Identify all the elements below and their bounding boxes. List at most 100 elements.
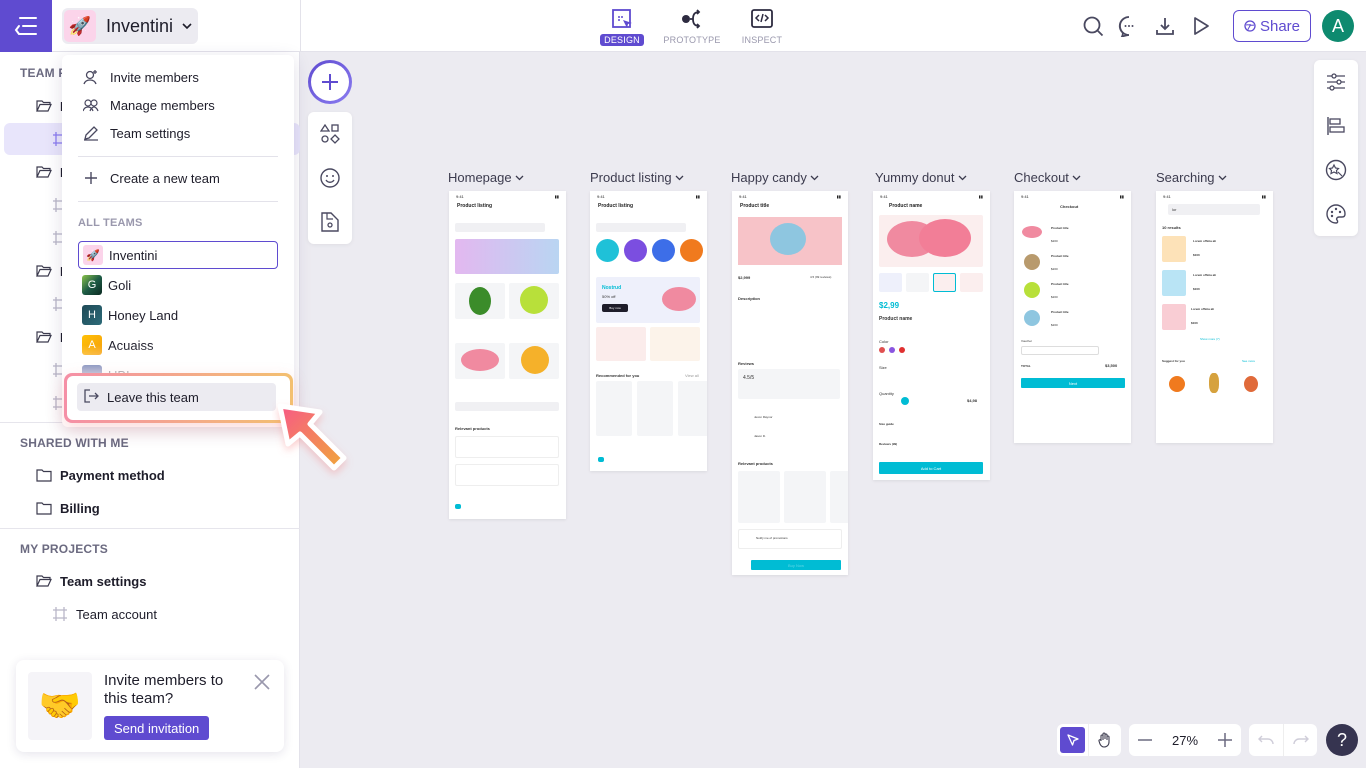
my-project-frame-team-account[interactable]: Team account	[52, 599, 157, 629]
effects-tool[interactable]	[1314, 148, 1358, 192]
frame-searching[interactable]: 9:41 ▮▮ lor 10 results Lorem officia ali …	[1156, 191, 1273, 443]
pencil-icon	[84, 126, 98, 141]
header-actions: Share A	[1075, 9, 1354, 43]
layers-tool[interactable]	[1314, 104, 1358, 148]
menu-item-invite-members[interactable]: Invite members	[78, 64, 278, 90]
divider	[300, 0, 301, 52]
emoji-tool[interactable]	[308, 156, 352, 200]
leave-team-button[interactable]: Leave this team	[77, 383, 276, 411]
share-label: Share	[1259, 17, 1300, 35]
frame-title-searching[interactable]: Searching	[1156, 170, 1227, 185]
folder-icon	[36, 469, 52, 482]
see-more-link: See more	[1242, 359, 1256, 363]
frame-title-label: Searching	[1156, 170, 1215, 185]
invite-user-icon	[83, 70, 97, 85]
zoom-in-button[interactable]	[1209, 724, 1241, 756]
help-button[interactable]: ?	[1326, 724, 1358, 756]
divider	[0, 528, 300, 529]
shapes-tool[interactable]	[308, 112, 352, 156]
item-price: $200	[1051, 295, 1058, 299]
list-item	[455, 436, 559, 458]
user-avatar[interactable]: A	[1322, 10, 1354, 42]
zoom-level: 27%	[1171, 732, 1199, 748]
team-option-label: Inventini	[109, 247, 158, 263]
results-count: 10 results	[1162, 225, 1181, 230]
redo-button[interactable]	[1283, 724, 1317, 756]
chevron-down-icon	[810, 175, 819, 180]
zoom-out-button[interactable]	[1129, 724, 1161, 756]
item-title: Product title	[1051, 310, 1069, 314]
color-swatch	[889, 347, 895, 353]
product-card	[738, 471, 780, 523]
history-controls	[1249, 724, 1317, 756]
frame-homepage[interactable]: 9:41 ▮▮ Product listing Relevant products	[449, 191, 566, 519]
hand-tool-button[interactable]	[1088, 724, 1121, 756]
menu-item-create-team[interactable]: Create a new team	[78, 165, 278, 191]
frame-product-listing[interactable]: 9:41 ▮▮ Product listing Nostrud 50% off B…	[590, 191, 707, 471]
team-option-goli[interactable]: G Goli	[78, 271, 278, 299]
team-option-inventini[interactable]: 🚀 Inventini	[78, 241, 278, 269]
category-icon	[596, 239, 619, 262]
folder-open-icon	[36, 265, 52, 277]
thumbnail	[960, 273, 983, 292]
donut-image	[919, 219, 971, 257]
menu-item-manage-members[interactable]: Manage members	[78, 92, 278, 118]
tab-prototype[interactable]: PROTOTYPE	[662, 6, 722, 46]
search-button[interactable]	[1075, 9, 1111, 43]
undo-button[interactable]	[1249, 724, 1283, 756]
frame-title-yummy-donut[interactable]: Yummy donut	[875, 170, 967, 185]
my-project-folder-team-settings[interactable]: Team settings	[36, 566, 146, 596]
team-logo-honey-land: H	[82, 305, 102, 325]
team-option-honey-land[interactable]: H Honey Land	[78, 301, 278, 329]
product-card	[784, 471, 826, 523]
sidebar-toggle-button[interactable]	[0, 0, 52, 52]
frame-title-product-listing[interactable]: Product listing	[590, 170, 684, 185]
tab-design-label: DESIGN	[600, 34, 644, 46]
shared-folder-payment-method[interactable]: Payment method	[36, 460, 165, 490]
tab-inspect[interactable]: INSPECT	[732, 6, 792, 46]
screen-title: Product listing	[598, 203, 633, 209]
size-label: Size	[879, 365, 887, 370]
insert-toolbar	[308, 112, 352, 244]
smiley-icon	[320, 168, 340, 188]
undo-icon	[1258, 735, 1274, 745]
select-tool-button[interactable]	[1060, 727, 1086, 753]
frame-title-happy-candy[interactable]: Happy candy	[731, 170, 819, 185]
product-card	[637, 381, 673, 436]
category-icon	[652, 239, 675, 262]
frame-title-homepage[interactable]: Homepage	[448, 170, 524, 185]
add-element-button[interactable]	[308, 60, 352, 104]
result-price: $100	[1193, 287, 1200, 291]
chevron-down-icon	[1218, 175, 1227, 180]
adjustments-tool[interactable]	[1314, 60, 1358, 104]
chevron-down-icon	[182, 23, 192, 30]
send-invitation-button[interactable]: Send invitation	[104, 716, 210, 740]
all-teams-label: ALL TEAMS	[78, 217, 143, 229]
comment-icon	[1118, 16, 1134, 37]
result-thumb	[1162, 236, 1186, 262]
tab-design[interactable]: DESIGN	[592, 6, 652, 46]
voucher-input	[1021, 346, 1099, 355]
properties-toolbar	[1314, 60, 1358, 236]
frame-title-checkout[interactable]: Checkout	[1014, 170, 1081, 185]
arrow-pointer-icon	[277, 403, 347, 471]
product-card	[678, 381, 707, 436]
download-button[interactable]	[1147, 9, 1183, 43]
preview-play-button[interactable]	[1183, 9, 1219, 43]
color-palette-tool[interactable]	[1314, 192, 1358, 236]
team-logo-rocket-icon: 🚀	[83, 245, 103, 265]
team-switcher[interactable]: 🚀 Inventini	[62, 8, 198, 44]
frame-happy-candy[interactable]: 9:41 ▮▮ Product title $2,999 4.5 (99 revi…	[732, 191, 848, 575]
status-bar: 9:41 ▮▮	[1021, 194, 1124, 199]
home-tab-icon	[455, 504, 461, 509]
lime-image	[520, 286, 548, 314]
assets-tool[interactable]	[308, 200, 352, 244]
divider	[78, 156, 278, 157]
shared-folder-billing[interactable]: Billing	[36, 493, 100, 523]
menu-item-team-settings[interactable]: Team settings	[78, 120, 278, 146]
frame-checkout[interactable]: 9:41 ▮▮ Checkout Product title $200 Produ…	[1014, 191, 1131, 443]
close-invite-card-button[interactable]	[254, 674, 270, 695]
comments-button[interactable]	[1111, 9, 1147, 43]
share-button[interactable]: Share	[1232, 10, 1311, 42]
frame-yummy-donut[interactable]: 9:41 ▮▮ Product name $2,99 Product name C…	[873, 191, 990, 480]
